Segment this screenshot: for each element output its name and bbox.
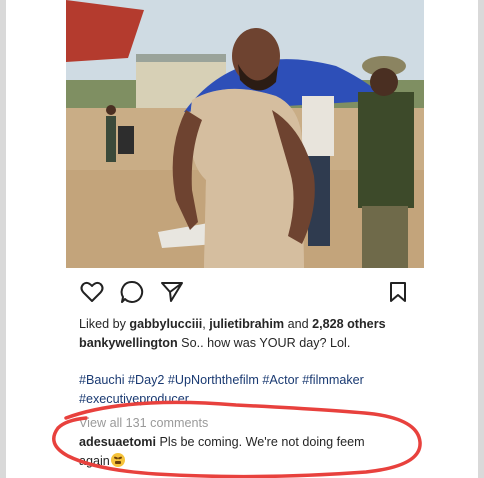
tired-face-emoji-icon: [110, 453, 125, 467]
comment-text: Pls be coming. We're not doing feem: [156, 435, 365, 449]
caption-line: bankywellington So.. how was YOUR day? L…: [79, 335, 350, 351]
bookmark-icon: [390, 282, 406, 302]
post-caption: So.. how was YOUR day? Lol.: [177, 336, 351, 350]
comment-bubble-icon: [120, 280, 144, 303]
heart-icon: [80, 281, 104, 302]
share-button[interactable]: [158, 278, 186, 306]
comment-author-link[interactable]: adesuaetomi: [79, 435, 156, 449]
liked-count-link[interactable]: 2,828 others: [312, 317, 386, 331]
liked-and: and: [284, 317, 313, 331]
save-button[interactable]: [384, 278, 412, 306]
post-photo[interactable]: [66, 0, 424, 268]
likes-line: Liked by gabbylucciii, julietibrahim and…: [79, 316, 386, 332]
paper-plane-icon: [161, 282, 183, 302]
hashtags-line-1[interactable]: #Bauchi #Day2 #UpNorththefilm #Actor #fi…: [79, 372, 364, 388]
comment-text-continued: again: [79, 454, 110, 468]
like-button[interactable]: [78, 278, 106, 306]
post-author-link[interactable]: bankywellington: [79, 336, 178, 350]
hashtags-line-2[interactable]: #executiveproducer: [79, 391, 189, 407]
comment-line-2: again: [79, 453, 125, 469]
liked-user-link[interactable]: gabbylucciii: [129, 317, 202, 331]
instagram-post-screenshot: Liked by gabbylucciii, julietibrahim and…: [0, 0, 484, 478]
view-all-comments-link[interactable]: View all 131 comments: [79, 415, 208, 431]
comment-button[interactable]: [118, 278, 146, 306]
liked-prefix: Liked by: [79, 317, 130, 331]
liked-user-link[interactable]: julietibrahim: [209, 317, 284, 331]
comment-line-1: adesuaetomi Pls be coming. We're not doi…: [79, 434, 365, 450]
post-action-bar: [78, 278, 410, 306]
